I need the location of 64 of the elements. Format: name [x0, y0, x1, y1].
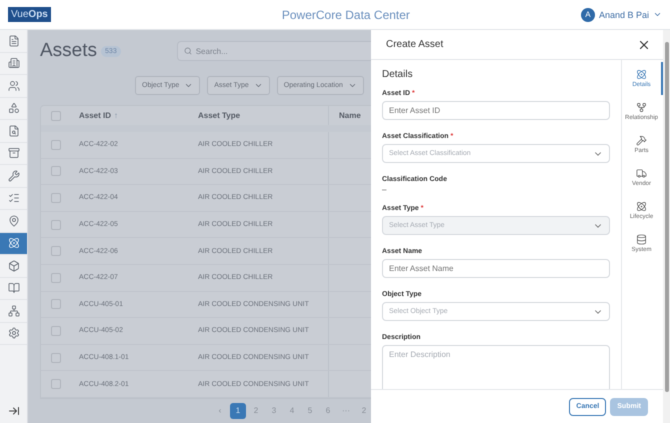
hammer-icon — [636, 135, 647, 146]
document-icon — [8, 34, 20, 47]
checkbox[interactable] — [51, 246, 61, 256]
settings-icon — [8, 327, 20, 340]
page-button[interactable]: 2 — [248, 402, 264, 419]
cube-icon — [8, 260, 20, 272]
logo[interactable]: VueOps — [8, 7, 51, 22]
sidebar-item[interactable] — [0, 232, 27, 255]
chevron-down-icon — [184, 81, 194, 90]
checkbox[interactable] — [51, 272, 61, 283]
panel-title: Create Asset — [386, 39, 444, 50]
column-header[interactable]: Asset ID ↑ — [79, 111, 198, 120]
user-name[interactable]: Anand B Pai — [598, 10, 649, 20]
checkbox[interactable] — [51, 140, 61, 150]
checkbox[interactable] — [51, 166, 61, 176]
checkbox[interactable] — [51, 352, 61, 363]
chevron-down-icon — [254, 81, 263, 90]
field-value: – — [382, 185, 388, 194]
archive-icon — [8, 147, 20, 160]
wrench-icon — [8, 170, 20, 182]
page-button[interactable]: ··· — [338, 402, 354, 419]
page-button[interactable]: 4 — [284, 402, 300, 419]
hierarchy-icon — [8, 304, 20, 317]
atom-icon — [636, 69, 647, 80]
chevron-down-icon[interactable] — [653, 10, 662, 19]
checklist-icon — [8, 192, 20, 204]
truck-icon — [636, 168, 647, 179]
page-button[interactable]: 3 — [266, 402, 282, 419]
description-field[interactable]: Enter Description — [382, 345, 610, 389]
column-header[interactable]: Asset Type — [198, 111, 328, 120]
sort-arrow[interactable]: ↑ — [114, 111, 118, 120]
database-icon — [636, 234, 647, 245]
report-icon — [8, 124, 20, 137]
checkbox[interactable] — [51, 299, 61, 310]
previous-page[interactable]: ‹ — [212, 402, 228, 419]
atom-icon — [636, 201, 647, 212]
scrollbar-thumb[interactable] — [664, 42, 668, 392]
section-title: Details — [382, 69, 414, 80]
checkbox[interactable] — [51, 220, 61, 230]
checkbox[interactable] — [51, 326, 61, 336]
checkbox[interactable] — [51, 379, 61, 390]
chevron-down-icon — [348, 81, 357, 90]
column-header[interactable]: Name — [339, 111, 361, 120]
checkbox[interactable] — [51, 192, 61, 203]
people-icon — [8, 80, 20, 92]
page-title: Assets — [40, 40, 98, 62]
shapes-icon — [8, 102, 20, 114]
checkbox[interactable] — [51, 110, 61, 120]
page-button[interactable]: 2 — [356, 402, 371, 419]
search-icon — [184, 47, 192, 55]
atom-icon — [8, 237, 20, 250]
page-button[interactable]: 6 — [320, 402, 336, 419]
search-field[interactable]: Search... — [176, 41, 371, 61]
text-field[interactable]: Enter Asset Name — [382, 259, 610, 278]
text-field[interactable]: Enter Asset ID — [382, 101, 610, 120]
building-icon — [8, 57, 20, 70]
fork-icon — [636, 102, 647, 113]
collapse-icon[interactable] — [8, 405, 20, 417]
site-title: PowerCore Data Center — [280, 8, 411, 22]
page-button[interactable]: 1 — [230, 402, 246, 419]
user-avatar[interactable]: A — [580, 8, 595, 22]
page-button[interactable]: 5 — [302, 402, 318, 419]
location-icon — [8, 214, 20, 227]
book-icon — [8, 282, 20, 294]
